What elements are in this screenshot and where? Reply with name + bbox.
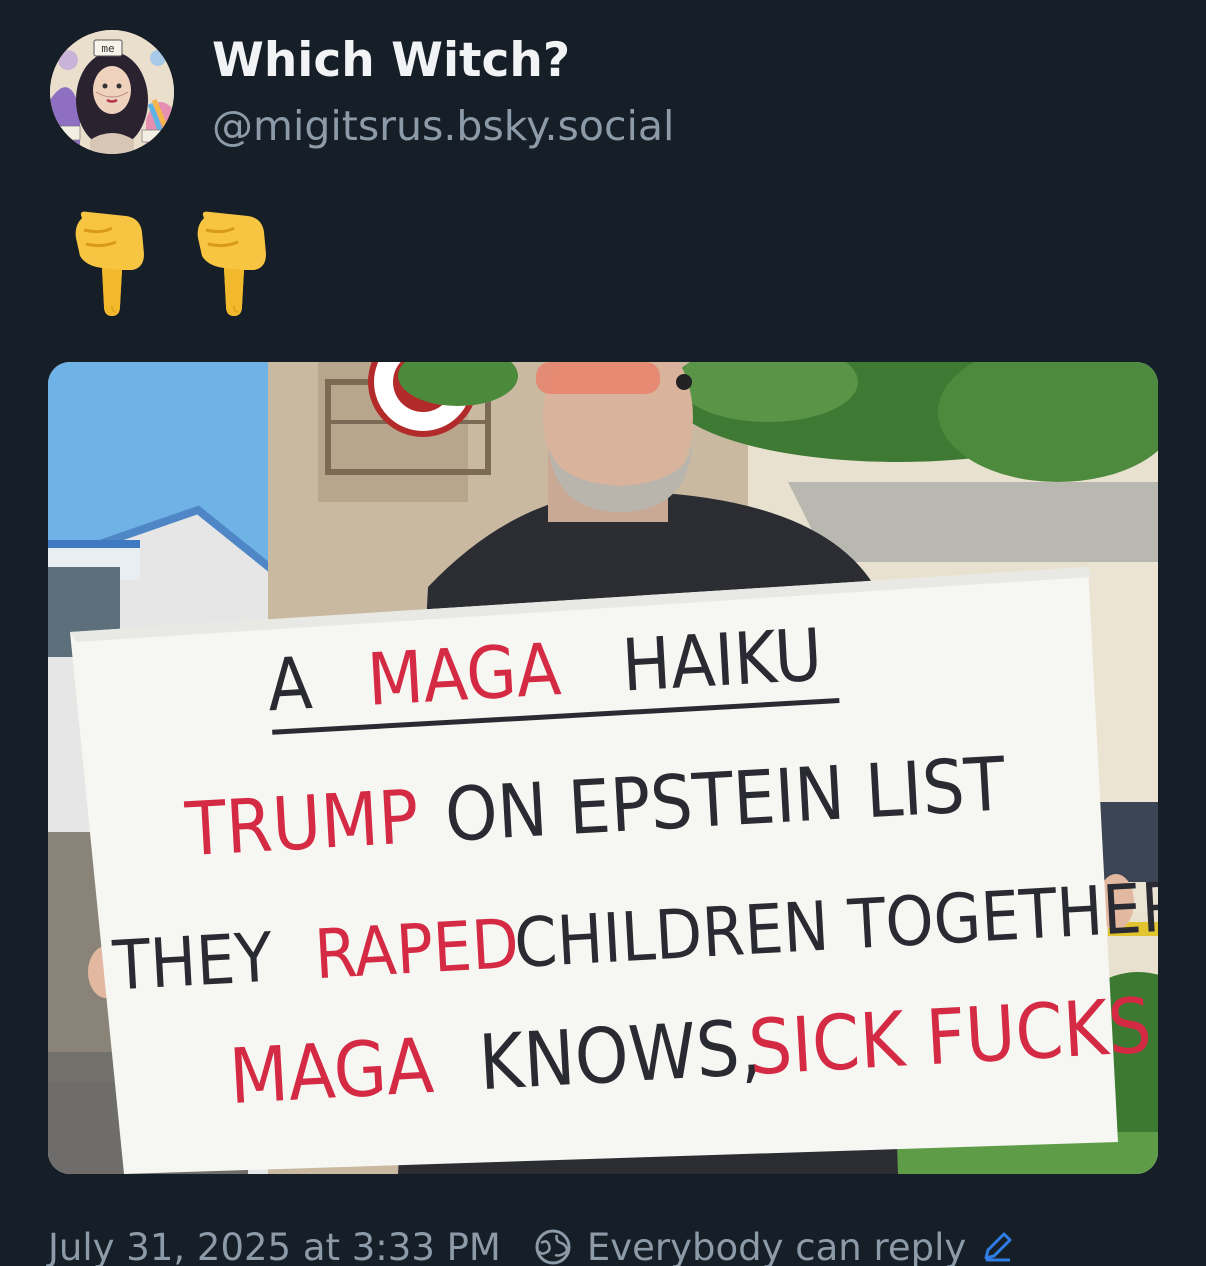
sign-word-maga: MAGA [365,627,563,722]
post-footer: July 31, 2025 at 3:33 PM Everybody can r… [48,1222,1014,1266]
author-avatar[interactable]: me [50,30,174,154]
sign-word-maga-2: MAGA [227,1021,436,1121]
pointing-down-emoji-icon [197,211,266,316]
sign-word-a: A [265,641,314,727]
post-card: me Which Witch? @migitsrus.bsky.social A… [0,0,1206,1266]
reply-setting-button[interactable]: Everybody can reply [533,1226,1014,1266]
post-text [72,210,270,318]
sign-word-they: THEY [110,919,275,1007]
author-handle[interactable]: @migitsrus.bsky.social [212,102,674,150]
pointing-down-emoji-icon [75,211,144,316]
sign-word-raped: RAPED [313,905,521,995]
author-display-name[interactable]: Which Witch? [212,33,570,88]
sign-word-trump: TRUMP [182,774,421,873]
globe-icon [535,1229,571,1265]
pencil-icon[interactable] [980,1230,1014,1264]
post-image[interactable]: A MAGA HAIKU TRUMP ON EPSTEIN LIST THEY … [48,362,1158,1174]
avatar-caption: me [101,42,114,55]
sign-word-knows: KNOWS, [477,1003,764,1108]
sign-word-haiku: HAIKU [620,613,824,708]
post-timestamp: July 31, 2025 at 3:33 PM [48,1225,501,1266]
protest-photo: A MAGA HAIKU TRUMP ON EPSTEIN LIST THEY … [48,362,1158,1174]
avatar-illustration-icon: me [50,30,174,154]
reply-setting-label: Everybody can reply [586,1225,967,1266]
